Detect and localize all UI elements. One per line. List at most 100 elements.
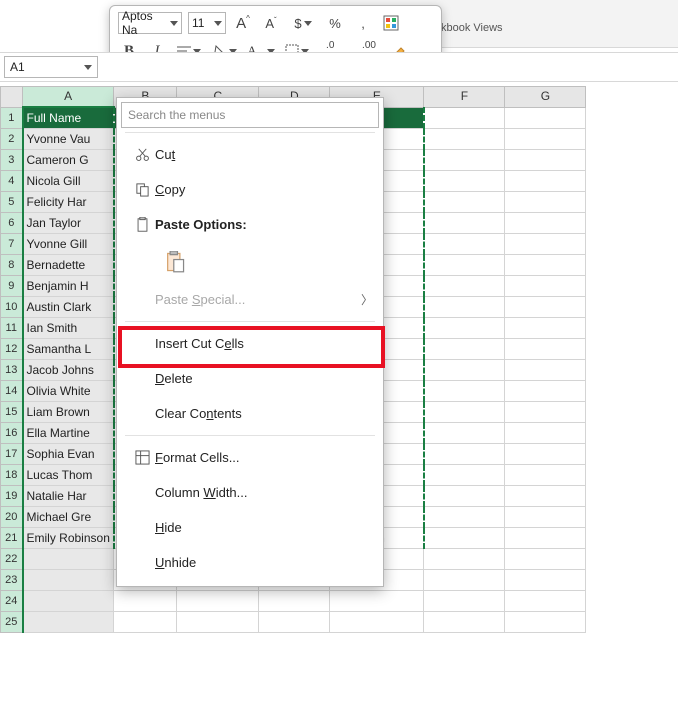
column-header-A[interactable]: A xyxy=(23,87,114,108)
cell[interactable] xyxy=(424,129,505,150)
cell[interactable] xyxy=(505,318,586,339)
menu-hide[interactable]: Hide xyxy=(117,510,383,545)
cell[interactable] xyxy=(424,150,505,171)
name-box[interactable]: A1 xyxy=(4,56,98,78)
cell[interactable] xyxy=(424,255,505,276)
cell[interactable]: Felicity Har xyxy=(23,192,114,213)
row-header[interactable]: 17 xyxy=(1,444,23,465)
row-header[interactable]: 5 xyxy=(1,192,23,213)
cell[interactable] xyxy=(424,444,505,465)
cell[interactable] xyxy=(330,612,424,633)
cell[interactable]: Olivia White xyxy=(23,381,114,402)
cell[interactable] xyxy=(505,423,586,444)
decrease-font-button[interactable]: Aˇ xyxy=(260,12,282,34)
cell[interactable] xyxy=(505,213,586,234)
row-header[interactable]: 18 xyxy=(1,465,23,486)
cell[interactable] xyxy=(424,507,505,528)
cell[interactable]: Sophia Evan xyxy=(23,444,114,465)
cell[interactable] xyxy=(23,570,114,591)
cell[interactable] xyxy=(23,549,114,570)
increase-font-button[interactable]: A^ xyxy=(232,12,254,34)
row-header[interactable]: 1 xyxy=(1,107,23,129)
cell[interactable]: Cameron G xyxy=(23,150,114,171)
cell[interactable] xyxy=(424,276,505,297)
cell[interactable] xyxy=(424,612,505,633)
cell[interactable] xyxy=(505,486,586,507)
row-header[interactable]: 11 xyxy=(1,318,23,339)
font-size-combo[interactable]: 11 xyxy=(188,12,226,34)
cell[interactable] xyxy=(424,339,505,360)
cell[interactable]: Ian Smith xyxy=(23,318,114,339)
cell[interactable] xyxy=(505,507,586,528)
menu-format-cells[interactable]: Format Cells... xyxy=(117,440,383,475)
menu-search-input[interactable]: Search the menus xyxy=(121,102,379,128)
menu-insert-cut-cells[interactable]: Insert Cut Cells xyxy=(117,326,383,361)
cell[interactable]: Natalie Har xyxy=(23,486,114,507)
cell[interactable] xyxy=(505,465,586,486)
cell[interactable] xyxy=(259,591,330,612)
cell[interactable]: Benjamin H xyxy=(23,276,114,297)
cell[interactable]: Full Name xyxy=(23,107,114,129)
cell[interactable]: Michael Gre xyxy=(23,507,114,528)
cell[interactable] xyxy=(424,192,505,213)
cell[interactable] xyxy=(505,570,586,591)
cell[interactable] xyxy=(424,381,505,402)
comma-style-button[interactable]: , xyxy=(352,12,374,34)
cell[interactable] xyxy=(505,528,586,549)
cell[interactable] xyxy=(505,549,586,570)
cell[interactable]: Jacob Johns xyxy=(23,360,114,381)
font-name-combo[interactable]: Aptos Na xyxy=(118,12,182,34)
cell[interactable] xyxy=(505,360,586,381)
row-header[interactable]: 6 xyxy=(1,213,23,234)
cell[interactable] xyxy=(424,297,505,318)
row-header[interactable]: 15 xyxy=(1,402,23,423)
cell[interactable] xyxy=(330,591,424,612)
menu-column-width[interactable]: Column Width... xyxy=(117,475,383,510)
cell[interactable] xyxy=(424,171,505,192)
cell[interactable] xyxy=(505,591,586,612)
row-header[interactable]: 19 xyxy=(1,486,23,507)
cell[interactable] xyxy=(424,549,505,570)
paste-default-button[interactable] xyxy=(161,248,189,276)
cell[interactable]: Yvonne Vau xyxy=(23,129,114,150)
cell[interactable] xyxy=(424,360,505,381)
row-header[interactable]: 10 xyxy=(1,297,23,318)
row-header[interactable]: 12 xyxy=(1,339,23,360)
cell[interactable]: Emily Robinson xyxy=(23,528,114,549)
row-header[interactable]: 22 xyxy=(1,549,23,570)
percent-button[interactable]: % xyxy=(324,12,346,34)
cell[interactable] xyxy=(424,234,505,255)
cell[interactable]: Lucas Thom xyxy=(23,465,114,486)
cell[interactable] xyxy=(505,255,586,276)
cell[interactable]: Yvonne Gill xyxy=(23,234,114,255)
menu-delete[interactable]: Delete xyxy=(117,361,383,396)
cell[interactable] xyxy=(114,612,177,633)
menu-unhide[interactable]: Unhide xyxy=(117,545,383,580)
row-header[interactable]: 3 xyxy=(1,150,23,171)
cell[interactable] xyxy=(424,570,505,591)
cell[interactable] xyxy=(424,318,505,339)
cell[interactable] xyxy=(424,107,505,129)
cell[interactable] xyxy=(424,528,505,549)
cell[interactable] xyxy=(505,234,586,255)
cell[interactable] xyxy=(114,591,177,612)
cell[interactable] xyxy=(177,612,259,633)
column-header-G[interactable]: G xyxy=(505,87,586,108)
cell[interactable] xyxy=(505,107,586,129)
cell[interactable]: Bernadette xyxy=(23,255,114,276)
menu-copy[interactable]: Copy xyxy=(117,172,383,207)
menu-cut[interactable]: Cut xyxy=(117,137,383,172)
row-header[interactable]: 20 xyxy=(1,507,23,528)
cell[interactable] xyxy=(505,192,586,213)
row-header[interactable]: 2 xyxy=(1,129,23,150)
cell[interactable] xyxy=(259,612,330,633)
cell[interactable] xyxy=(505,444,586,465)
cell[interactable] xyxy=(505,339,586,360)
cell[interactable]: Liam Brown xyxy=(23,402,114,423)
cell[interactable]: Ella Martine xyxy=(23,423,114,444)
cell[interactable] xyxy=(505,129,586,150)
row-header[interactable]: 9 xyxy=(1,276,23,297)
cell[interactable] xyxy=(23,591,114,612)
row-header[interactable]: 25 xyxy=(1,612,23,633)
cell[interactable] xyxy=(505,297,586,318)
